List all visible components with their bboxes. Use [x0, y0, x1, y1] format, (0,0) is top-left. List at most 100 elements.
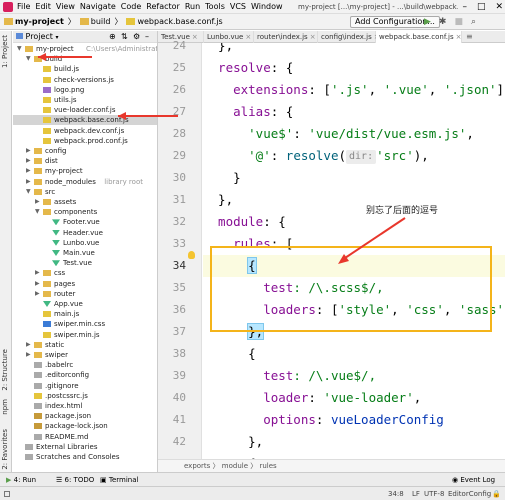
- menu-run[interactable]: Run: [185, 0, 200, 14]
- tree-file[interactable]: .postcssrc.js: [13, 391, 157, 401]
- run-tool-button[interactable]: ▶ 4: Run: [6, 473, 36, 487]
- menu-view[interactable]: View: [56, 0, 75, 14]
- close-button[interactable]: ✕: [495, 0, 503, 14]
- chevron-right-icon[interactable]: ▶: [26, 146, 31, 156]
- tree-folder[interactable]: ▶ my-project: [13, 166, 157, 176]
- chevron-down-icon[interactable]: ▼: [35, 207, 40, 217]
- tree-file[interactable]: README.md: [13, 432, 157, 442]
- tree-file[interactable]: webpack.base.conf.js: [13, 115, 157, 126]
- menu-file[interactable]: File: [17, 0, 30, 14]
- tree-file[interactable]: .editorconfig: [13, 370, 157, 380]
- chevron-right-icon[interactable]: ▶: [35, 289, 40, 299]
- tree-file[interactable]: check-versions.js: [13, 75, 157, 85]
- structure-crumb[interactable]: exports 〉 module 〉 rules: [184, 462, 277, 470]
- npm-tool-button[interactable]: npm: [1, 399, 9, 415]
- tree-folder[interactable]: ▶ config: [13, 146, 157, 156]
- tree-file[interactable]: App.vue: [13, 299, 157, 309]
- tree-file[interactable]: swiper.min.css: [13, 319, 157, 329]
- tree-file[interactable]: External Libraries: [13, 442, 157, 452]
- cursor-position[interactable]: 34:8: [388, 487, 404, 501]
- tree-folder[interactable]: ▶ css: [13, 268, 157, 278]
- tree-file[interactable]: Test.vue: [13, 258, 157, 268]
- chevron-down-icon[interactable]: ▼: [26, 187, 31, 197]
- lock-icon[interactable]: 🔒: [492, 487, 501, 501]
- tree-file[interactable]: .babelrc: [13, 360, 157, 370]
- tree-file[interactable]: webpack.prod.conf.js: [13, 136, 157, 146]
- structure-tool-button[interactable]: 2: Structure: [1, 349, 9, 391]
- menu-edit[interactable]: Edit: [35, 0, 51, 14]
- chevron-right-icon[interactable]: ▶: [35, 279, 40, 289]
- encoding[interactable]: UTF-8: [424, 487, 444, 501]
- tab-list-icon[interactable]: ≡: [466, 31, 473, 43]
- run-icon[interactable]: ▶: [424, 14, 431, 30]
- chevron-down-icon[interactable]: ▼: [26, 54, 31, 64]
- tree-file[interactable]: Footer.vue: [13, 217, 157, 227]
- close-tab-icon[interactable]: ×: [192, 33, 198, 41]
- debug-icon[interactable]: ✱: [439, 14, 447, 30]
- chevron-right-icon[interactable]: ▶: [26, 177, 31, 187]
- stop-icon[interactable]: ■: [454, 14, 463, 30]
- tree-file[interactable]: package-lock.json: [13, 421, 157, 431]
- chevron-right-icon[interactable]: ▶: [26, 350, 31, 360]
- tree-file[interactable]: Scratches and Consoles: [13, 452, 157, 462]
- close-tab-icon[interactable]: ×: [245, 33, 251, 41]
- favorites-tool-button[interactable]: 2: Favorites: [1, 429, 9, 470]
- tree-folder[interactable]: ▶ node_modules library root: [13, 177, 157, 187]
- tree-folder[interactable]: ▶ dist: [13, 156, 157, 166]
- crumb-build[interactable]: build: [79, 14, 110, 30]
- chevron-right-icon[interactable]: ▶: [26, 340, 31, 350]
- menu-navigate[interactable]: Navigate: [80, 0, 116, 14]
- terminal-tool-button[interactable]: ▣ Terminal: [100, 473, 138, 487]
- tree-folder[interactable]: ▼ components: [13, 207, 157, 217]
- crumb-project[interactable]: my-project: [4, 14, 64, 30]
- intention-bulb-icon[interactable]: [188, 251, 195, 259]
- menu-refactor[interactable]: Refactor: [146, 0, 180, 14]
- tree-folder[interactable]: ▼ build: [13, 54, 157, 64]
- tree-file[interactable]: Lunbo.vue: [13, 238, 157, 248]
- maximize-button[interactable]: □: [477, 0, 486, 14]
- menu-code[interactable]: Code: [121, 0, 141, 14]
- tree-file[interactable]: swiper.min.js: [13, 330, 157, 340]
- dropdown-icon[interactable]: ▾: [55, 34, 58, 41]
- tree-folder[interactable]: ▶ swiper: [13, 350, 157, 360]
- tree-file[interactable]: index.html: [13, 401, 157, 411]
- project-view-selector[interactable]: Project: [26, 32, 53, 41]
- chevron-right-icon[interactable]: ▶: [26, 166, 31, 176]
- tree-folder[interactable]: ▶ router: [13, 289, 157, 299]
- editor-tab[interactable]: router\index.js ×: [254, 31, 318, 43]
- tree-folder[interactable]: ▶ static: [13, 340, 157, 350]
- indent-settings[interactable]: EditorConfig: [448, 487, 491, 501]
- chevron-right-icon[interactable]: ▶: [35, 268, 40, 278]
- chevron-right-icon[interactable]: ▶: [35, 197, 40, 207]
- tree-file[interactable]: build.js: [13, 64, 157, 74]
- crumb-file[interactable]: webpack.base.conf.js: [126, 14, 223, 30]
- search-icon[interactable]: ⌕: [471, 14, 476, 30]
- tree-folder[interactable]: ▶ pages: [13, 279, 157, 289]
- menu-tools[interactable]: Tools: [205, 0, 225, 14]
- tree-file[interactable]: .gitignore: [13, 381, 157, 391]
- line-separator[interactable]: LF: [412, 487, 420, 501]
- tree-folder[interactable]: ▼ src: [13, 187, 157, 197]
- tree-file[interactable]: webpack.dev.conf.js: [13, 126, 157, 136]
- locate-icon[interactable]: ⊕: [109, 31, 116, 43]
- menu-vcs[interactable]: VCS: [230, 0, 246, 14]
- collapse-icon[interactable]: ⇅: [121, 31, 128, 43]
- chevron-down-icon[interactable]: ▼: [17, 44, 22, 54]
- menu-window[interactable]: Window: [251, 0, 283, 14]
- todo-tool-button[interactable]: ☰ 6: TODO: [56, 473, 94, 487]
- tree-file[interactable]: utils.js: [13, 95, 157, 105]
- editor-tab[interactable]: Lunbo.vue ×: [204, 31, 254, 43]
- tree-folder[interactable]: ▶ assets: [13, 197, 157, 207]
- editor-tab[interactable]: webpack.base.conf.js ×: [376, 31, 462, 43]
- chevron-right-icon[interactable]: ▶: [26, 156, 31, 166]
- tree-file[interactable]: logo.png: [13, 85, 157, 95]
- tree-file[interactable]: Header.vue: [13, 228, 157, 238]
- editor-tab[interactable]: config\index.js×: [318, 31, 380, 43]
- tree-file[interactable]: Main.vue: [13, 248, 157, 258]
- minimize-button[interactable]: –: [462, 0, 467, 14]
- hide-icon[interactable]: –: [145, 31, 149, 43]
- tree-folder[interactable]: ▼ my-project C:\Users\Administrato: [13, 44, 157, 54]
- event-log-button[interactable]: ◉ Event Log: [452, 473, 495, 487]
- gear-icon[interactable]: ⚙: [133, 31, 140, 43]
- tree-file[interactable]: vue-loader.conf.js: [13, 105, 157, 115]
